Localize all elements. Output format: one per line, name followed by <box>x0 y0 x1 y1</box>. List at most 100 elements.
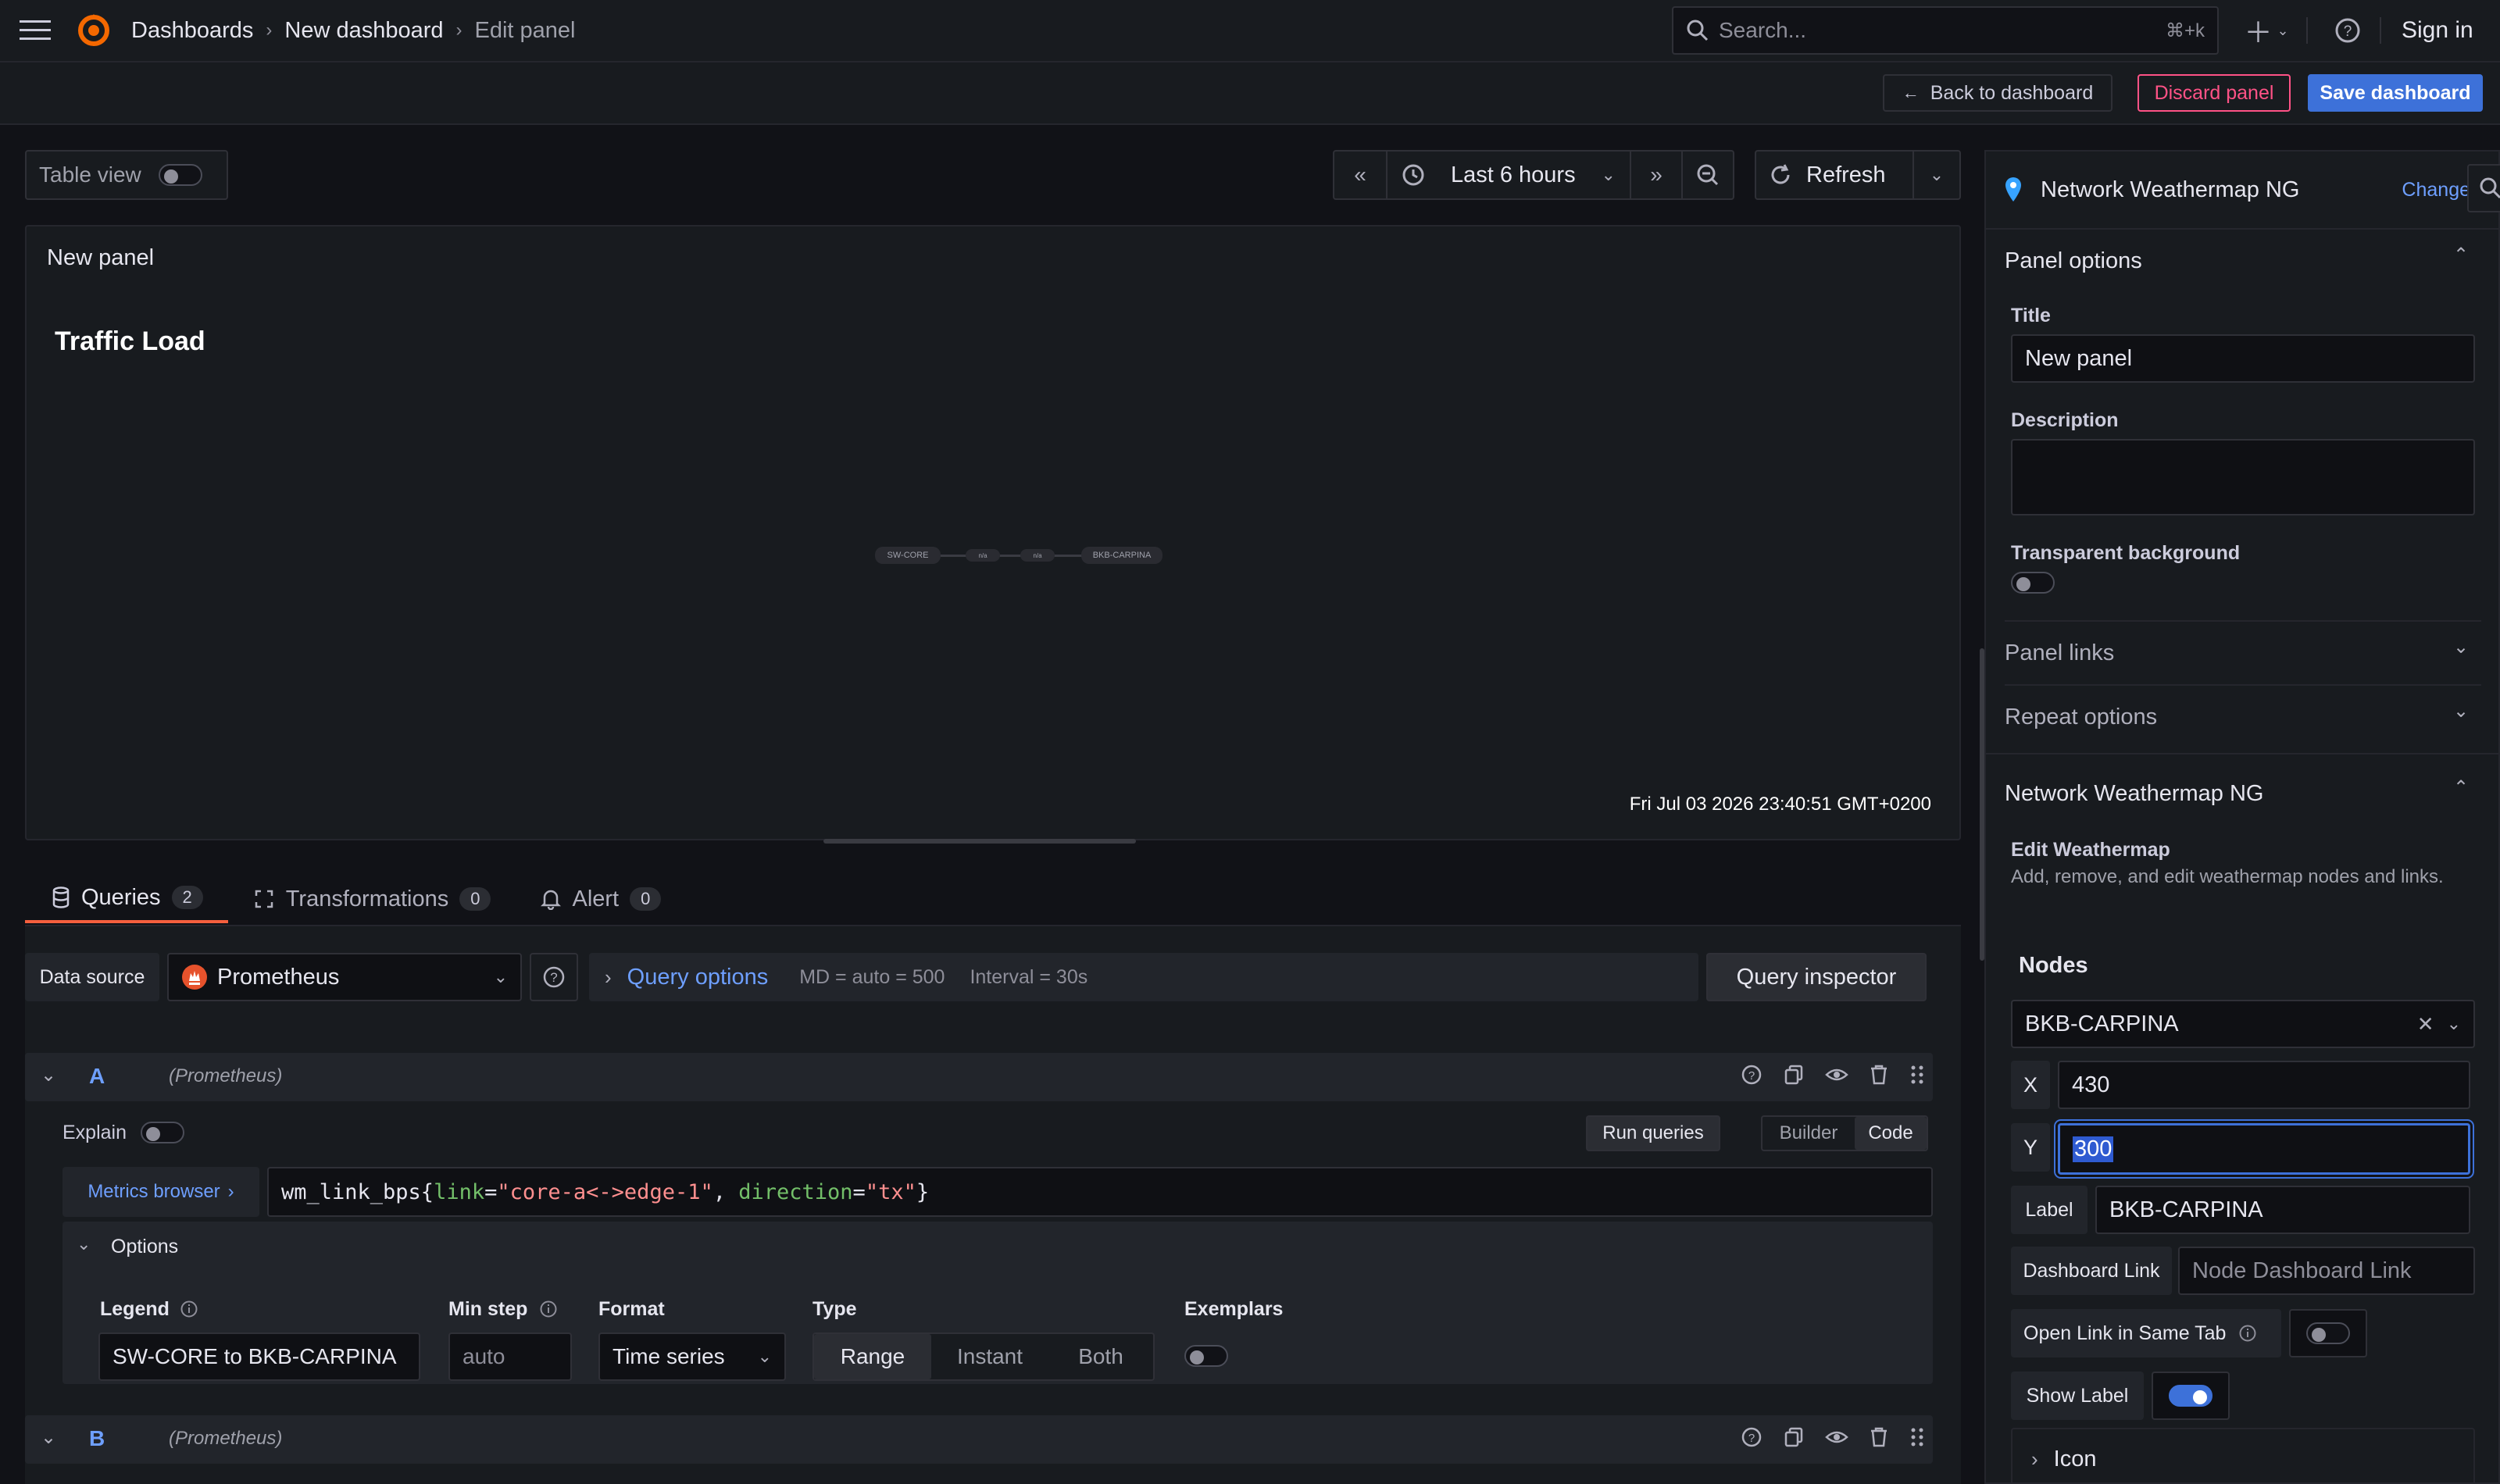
help-icon[interactable]: ? <box>2333 16 2362 45</box>
y-input[interactable]: 300 <box>2058 1123 2470 1175</box>
panel-options-header[interactable]: Panel options <box>2005 248 2142 274</box>
chevron-up-icon[interactable]: ⌃ <box>2453 776 2469 799</box>
trash-icon[interactable] <box>1869 1426 1889 1448</box>
code-mode-option[interactable]: Code <box>1855 1117 1927 1150</box>
tab-transformations-label: Transformations <box>285 886 449 911</box>
drag-handle-icon[interactable] <box>1909 1426 1925 1448</box>
chevron-right-icon: › <box>455 20 462 41</box>
type-option-range[interactable]: Range <box>814 1334 931 1379</box>
panel-resize-handle[interactable] <box>823 839 1136 844</box>
datasource-picker[interactable]: Prometheus ⌄ <box>167 953 522 1001</box>
svg-text:?: ? <box>2344 23 2352 40</box>
editor-mode-toggle: Builder Code <box>1761 1115 1928 1151</box>
chevron-down-icon[interactable]: ⌄ <box>41 1426 56 1449</box>
zoom-out-button[interactable] <box>1683 150 1734 200</box>
tab-alert[interactable]: Alert 0 <box>516 875 686 923</box>
repeat-options-header[interactable]: Repeat options <box>2005 705 2157 730</box>
dashboard-link-input[interactable]: Node Dashboard Link <box>2178 1247 2475 1295</box>
save-dashboard-button[interactable]: Save dashboard <box>2308 74 2483 112</box>
divider <box>0 123 2500 125</box>
query-ref-id[interactable]: B <box>89 1426 105 1451</box>
clear-icon[interactable]: ✕ <box>2417 1012 2434 1036</box>
time-range-label: Last 6 hours <box>1450 162 1576 187</box>
edit-toolbar: ← Back to dashboard Discard panel Save d… <box>0 62 2500 123</box>
map-title: Traffic Load <box>55 326 205 356</box>
title-input[interactable]: New panel <box>2011 334 2475 383</box>
sign-in-link[interactable]: Sign in <box>2402 17 2473 44</box>
change-viz-link[interactable]: Change <box>2402 179 2470 202</box>
title-value: New panel <box>2025 345 2133 371</box>
viz-picker[interactable]: Network Weathermap NG Change <box>2002 167 2470 212</box>
chevron-down-icon[interactable]: ⌄ <box>2447 1014 2461 1034</box>
query-expression-input[interactable]: wm_link_bps{link = "core-a<->edge-1", dire… <box>267 1167 1933 1217</box>
chevron-up-icon[interactable]: ⌃ <box>2453 244 2469 266</box>
help-icon[interactable]: ? <box>1741 1426 1762 1448</box>
transparent-switch[interactable] <box>2011 572 2055 594</box>
map-link-value: n/a <box>1033 551 1042 559</box>
chevron-down-icon[interactable]: ⌄ <box>41 1064 56 1086</box>
time-back-button[interactable]: « <box>1333 150 1388 200</box>
table-view-switch[interactable] <box>158 164 202 186</box>
map-node[interactable]: SW-CORE <box>875 547 941 564</box>
weathermap-section-header[interactable]: Network Weathermap NG <box>2005 781 2263 807</box>
breadcrumb-new-dashboard[interactable]: New dashboard <box>284 18 443 44</box>
grafana-logo-icon[interactable] <box>75 11 112 48</box>
description-textarea[interactable] <box>2011 439 2475 515</box>
same-tab-switch[interactable] <box>2306 1322 2350 1344</box>
eye-icon[interactable] <box>1825 1426 1848 1448</box>
eye-icon[interactable] <box>1825 1064 1848 1086</box>
chevron-down-icon[interactable]: ⌄ <box>2453 636 2469 658</box>
drag-handle-icon[interactable] <box>1909 1064 1925 1086</box>
copy-icon[interactable] <box>1783 1426 1805 1448</box>
table-view-toggle[interactable]: Table view <box>25 150 228 200</box>
search-input[interactable]: Search... ⌘+k <box>1672 6 2219 55</box>
min-step-placeholder: auto <box>462 1344 505 1368</box>
refresh-button[interactable]: Refresh <box>1755 150 1914 200</box>
format-select[interactable]: Time series ⌄ <box>598 1332 786 1381</box>
datasource-help-button[interactable]: ? <box>530 953 578 1001</box>
discard-panel-button[interactable]: Discard panel <box>2138 74 2291 112</box>
time-range-picker[interactable]: Last 6 hours ⌄ <box>1388 150 1631 200</box>
builder-mode-option[interactable]: Builder <box>1762 1117 1855 1150</box>
query-inspector-button[interactable]: Query inspector <box>1706 953 1927 1001</box>
legend-input[interactable]: SW-CORE to BKB-CARPINA <box>98 1332 420 1381</box>
tab-transformations[interactable]: Transformations 0 <box>228 875 516 923</box>
show-label-switch[interactable] <box>2169 1385 2212 1407</box>
map-node[interactable]: BKB-CARPINA <box>1081 547 1162 564</box>
node-select[interactable]: BKB-CARPINA ✕ ⌄ <box>2011 1000 2475 1048</box>
copy-icon[interactable] <box>1783 1064 1805 1086</box>
type-option-instant[interactable]: Instant <box>931 1334 1048 1379</box>
run-queries-button[interactable]: Run queries <box>1586 1115 1720 1151</box>
query-options-section: ⌄ Options Legend SW-CORE to BKB-CARPINA … <box>62 1222 1933 1384</box>
refresh-interval-button[interactable]: ⌄ <box>1914 150 1961 200</box>
options-search-button[interactable] <box>2467 164 2500 212</box>
expr-value: "tx" <box>865 1179 916 1204</box>
back-to-dashboard-button[interactable]: ← Back to dashboard <box>1883 74 2112 112</box>
time-forward-button[interactable]: » <box>1631 150 1683 200</box>
x-input[interactable]: 430 <box>2058 1061 2470 1109</box>
chevron-down-icon[interactable]: ⌄ <box>77 1234 91 1254</box>
tab-queries[interactable]: Queries 2 <box>25 875 228 923</box>
panel-links-header[interactable]: Panel links <box>2005 640 2114 666</box>
exemplars-switch[interactable] <box>1184 1345 1228 1367</box>
breadcrumb-dashboards[interactable]: Dashboards <box>131 18 253 44</box>
help-icon[interactable]: ? <box>1741 1064 1762 1086</box>
tab-queries-count: 2 <box>171 886 203 909</box>
add-icon[interactable]: ＋ ⌄ <box>2239 12 2294 48</box>
icon-section[interactable]: › Icon <box>2011 1428 2475 1484</box>
chevron-down-icon[interactable]: ⌄ <box>2453 700 2469 722</box>
menu-icon[interactable] <box>19 16 52 45</box>
same-tab-label: Open Link in Same Tab <box>2023 1322 2227 1344</box>
format-value: Time series <box>612 1344 725 1368</box>
trash-icon[interactable] <box>1869 1064 1889 1086</box>
query-row-actions: ? <box>1720 1426 1925 1448</box>
query-ref-id[interactable]: A <box>89 1064 105 1089</box>
chevron-down-icon: ⌄ <box>1929 165 1945 184</box>
dashboard-link-label: Dashboard Link <box>2011 1247 2172 1295</box>
query-options-bar[interactable]: › Query options MD = auto = 500 Interval… <box>589 953 1698 1001</box>
node-label-input[interactable]: BKB-CARPINA <box>2095 1186 2470 1234</box>
type-option-both[interactable]: Both <box>1048 1334 1153 1379</box>
metrics-browser-button[interactable]: Metrics browser › <box>62 1167 259 1217</box>
min-step-input[interactable]: auto <box>448 1332 572 1381</box>
explain-switch[interactable] <box>141 1122 184 1143</box>
